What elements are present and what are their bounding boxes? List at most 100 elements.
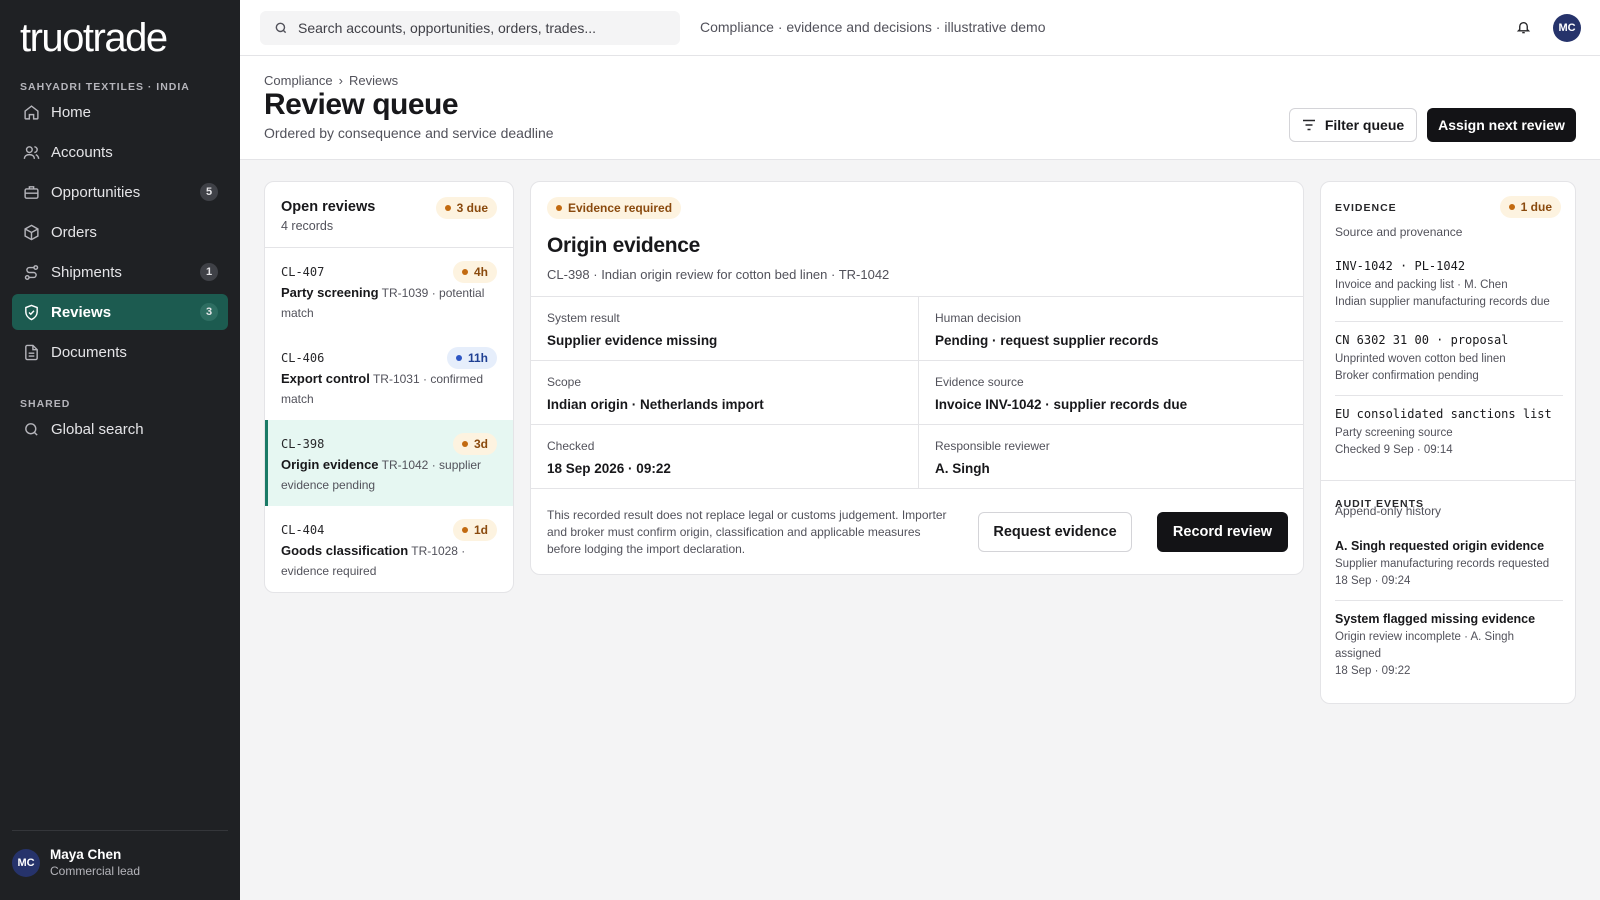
field-label: Checked (547, 439, 595, 453)
sidebar-item-label: Shipments (51, 263, 122, 281)
list-item-selected[interactable]: CL-398 3d Origin evidence TR-1042 · supp… (265, 420, 513, 506)
page-subtitle: Ordered by consequence and service deadl… (264, 125, 554, 141)
review-title: Party screening (281, 285, 379, 300)
sidebar-item-opportunities[interactable]: Opportunities 5 (12, 174, 228, 210)
search-icon (274, 21, 288, 35)
sidebar-item-label: Orders (51, 223, 97, 241)
status-dot (455, 355, 462, 361)
bell-icon[interactable] (1516, 19, 1531, 40)
field-value: Invoice INV-1042 · supplier records due (935, 397, 1188, 412)
sidebar-item-shipments[interactable]: Shipments 1 (12, 254, 228, 290)
user-profile[interactable]: MC Maya Chen Commercial lead (12, 830, 228, 878)
detail-title: Origin evidence (547, 234, 701, 257)
list-item[interactable]: CL-406 11h Export control TR-1031 · conf… (265, 334, 513, 420)
field-value: Indian origin · Netherlands import (547, 397, 764, 412)
evidence-item[interactable]: INV-1042 · PL-1042 Invoice and packing l… (1335, 248, 1563, 322)
sidebar-item-orders[interactable]: Orders (12, 214, 228, 250)
shared-section-label: SHARED (20, 398, 71, 410)
field-evidence-source: Evidence source Invoice INV-1042 · suppl… (918, 361, 1303, 425)
breadcrumb-item[interactable]: Reviews (349, 73, 398, 88)
review-title: Origin evidence (281, 457, 379, 472)
audit-event-line: Origin review incomplete · A. Singh assi… (1335, 631, 1514, 660)
due-badge: 3 due (435, 197, 497, 219)
deadline-badge: 1d (452, 519, 497, 541)
status-dot (461, 527, 468, 533)
field-label: Evidence source (935, 375, 1024, 389)
divider (1321, 480, 1575, 481)
topbar: Compliance · evidence and decisions · il… (240, 0, 1600, 56)
field-scope: Scope Indian origin · Netherlands import (531, 361, 918, 425)
users-icon (22, 143, 40, 161)
evidence-item[interactable]: EU consolidated sanctions list Party scr… (1335, 396, 1563, 469)
deadline-badge: 11h (446, 347, 497, 369)
shield-check-icon (22, 303, 40, 321)
field-checked: Checked 18 Sep 2026 · 09:22 (531, 425, 918, 489)
sidebar-item-reviews[interactable]: Reviews 3 (12, 294, 228, 330)
open-reviews-card: Open reviews 4 records 3 due CL-407 4h P… (264, 181, 514, 593)
field-label: Scope (547, 375, 582, 389)
sidebar-item-home[interactable]: Home (12, 94, 228, 130)
search-bar[interactable] (260, 11, 680, 45)
sidebar-item-label: Documents (51, 343, 127, 361)
request-evidence-button[interactable]: Request evidence (978, 512, 1132, 552)
sidebar-item-label: Accounts (51, 143, 113, 161)
evidence-line: Party screening source (1335, 427, 1453, 439)
breadcrumb-item[interactable]: Compliance (264, 73, 333, 88)
deadline-label: 11h (467, 351, 488, 365)
disclaimer-text: This recorded result does not replace le… (547, 508, 947, 556)
field-value: A. Singh (935, 461, 990, 476)
breadcrumb-separator: › (338, 73, 343, 88)
record-review-button[interactable]: Record review (1157, 512, 1288, 552)
box-icon (22, 223, 40, 241)
deadline-label: 4h (473, 265, 488, 279)
sidebar-item-label: Opportunities (51, 183, 141, 201)
search-icon (22, 420, 40, 438)
home-icon (22, 103, 40, 121)
evidence-caption: EVIDENCE (1335, 202, 1397, 214)
status-badge-label: Evidence required (568, 201, 673, 215)
sidebar: truotrade SAHYADRI TEXTILES · INDIA Home… (0, 0, 240, 900)
deadline-label: 1d (473, 523, 488, 537)
sidebar-item-accounts[interactable]: Accounts (12, 134, 228, 170)
filter-queue-button[interactable]: Filter queue (1289, 108, 1417, 142)
status-badge: Evidence required (547, 197, 682, 219)
filter-queue-label: Filter queue (1324, 117, 1405, 133)
evidence-line: Indian supplier manufacturing records du… (1335, 296, 1550, 308)
count-badge: 1 (200, 263, 218, 281)
evidence-item[interactable]: CN 6302 31 00 · proposal Unprinted woven… (1335, 322, 1563, 396)
sidebar-nav: Home Accounts Opportunities 5 Orders Shi… (12, 94, 228, 374)
count-badge: 3 (200, 303, 218, 321)
review-title: Export control (281, 371, 370, 386)
evidence-list: INV-1042 · PL-1042 Invoice and packing l… (1335, 248, 1563, 469)
deadline-label: 3d (473, 437, 488, 451)
document-icon (22, 343, 40, 361)
sidebar-item-label: Home (51, 103, 92, 121)
brand-logo[interactable]: truotrade (20, 16, 168, 61)
field-responsible-reviewer: Responsible reviewer A. Singh (918, 425, 1303, 489)
avatar[interactable]: MC (1553, 14, 1581, 42)
review-title: Goods classification (281, 543, 409, 558)
list-item[interactable]: CL-407 4h Party screening TR-1039 · pote… (265, 248, 513, 334)
due-badge-label: 1 due (1520, 200, 1552, 214)
field-system-result: System result Supplier evidence missing (531, 297, 918, 361)
sidebar-item-documents[interactable]: Documents (12, 334, 228, 370)
due-badge: 1 due (1499, 196, 1561, 218)
breadcrumb: Compliance › Reviews (264, 73, 398, 88)
evidence-code: INV-1042 · PL-1042 (1335, 259, 1466, 273)
due-badge-label: 3 due (456, 201, 488, 215)
evidence-panel: EVIDENCE 1 due Source and provenance INV… (1320, 181, 1576, 704)
page-header: Compliance › Reviews Review queue Ordered … (240, 56, 1600, 160)
field-value: Supplier evidence missing (547, 333, 718, 348)
search-input[interactable] (298, 20, 658, 36)
list-item[interactable]: CL-404 1d Goods classification TR-1028 ·… (265, 506, 513, 592)
field-label: Responsible reviewer (935, 439, 1050, 453)
sidebar-item-label: Global search (51, 420, 144, 438)
field-value: 18 Sep 2026 · 09:22 (547, 461, 671, 476)
sidebar-item-global-search[interactable]: Global search (12, 411, 228, 447)
field-value: Pending · request supplier records (935, 333, 1159, 348)
assign-next-review-button[interactable]: Assign next review (1427, 108, 1576, 142)
evidence-line: Checked 9 Sep · 09:14 (1335, 444, 1453, 456)
evidence-code: CN 6302 31 00 · proposal (1335, 333, 1509, 347)
open-reviews-header: Open reviews 4 records 3 due (265, 182, 513, 248)
route-icon (22, 263, 40, 281)
